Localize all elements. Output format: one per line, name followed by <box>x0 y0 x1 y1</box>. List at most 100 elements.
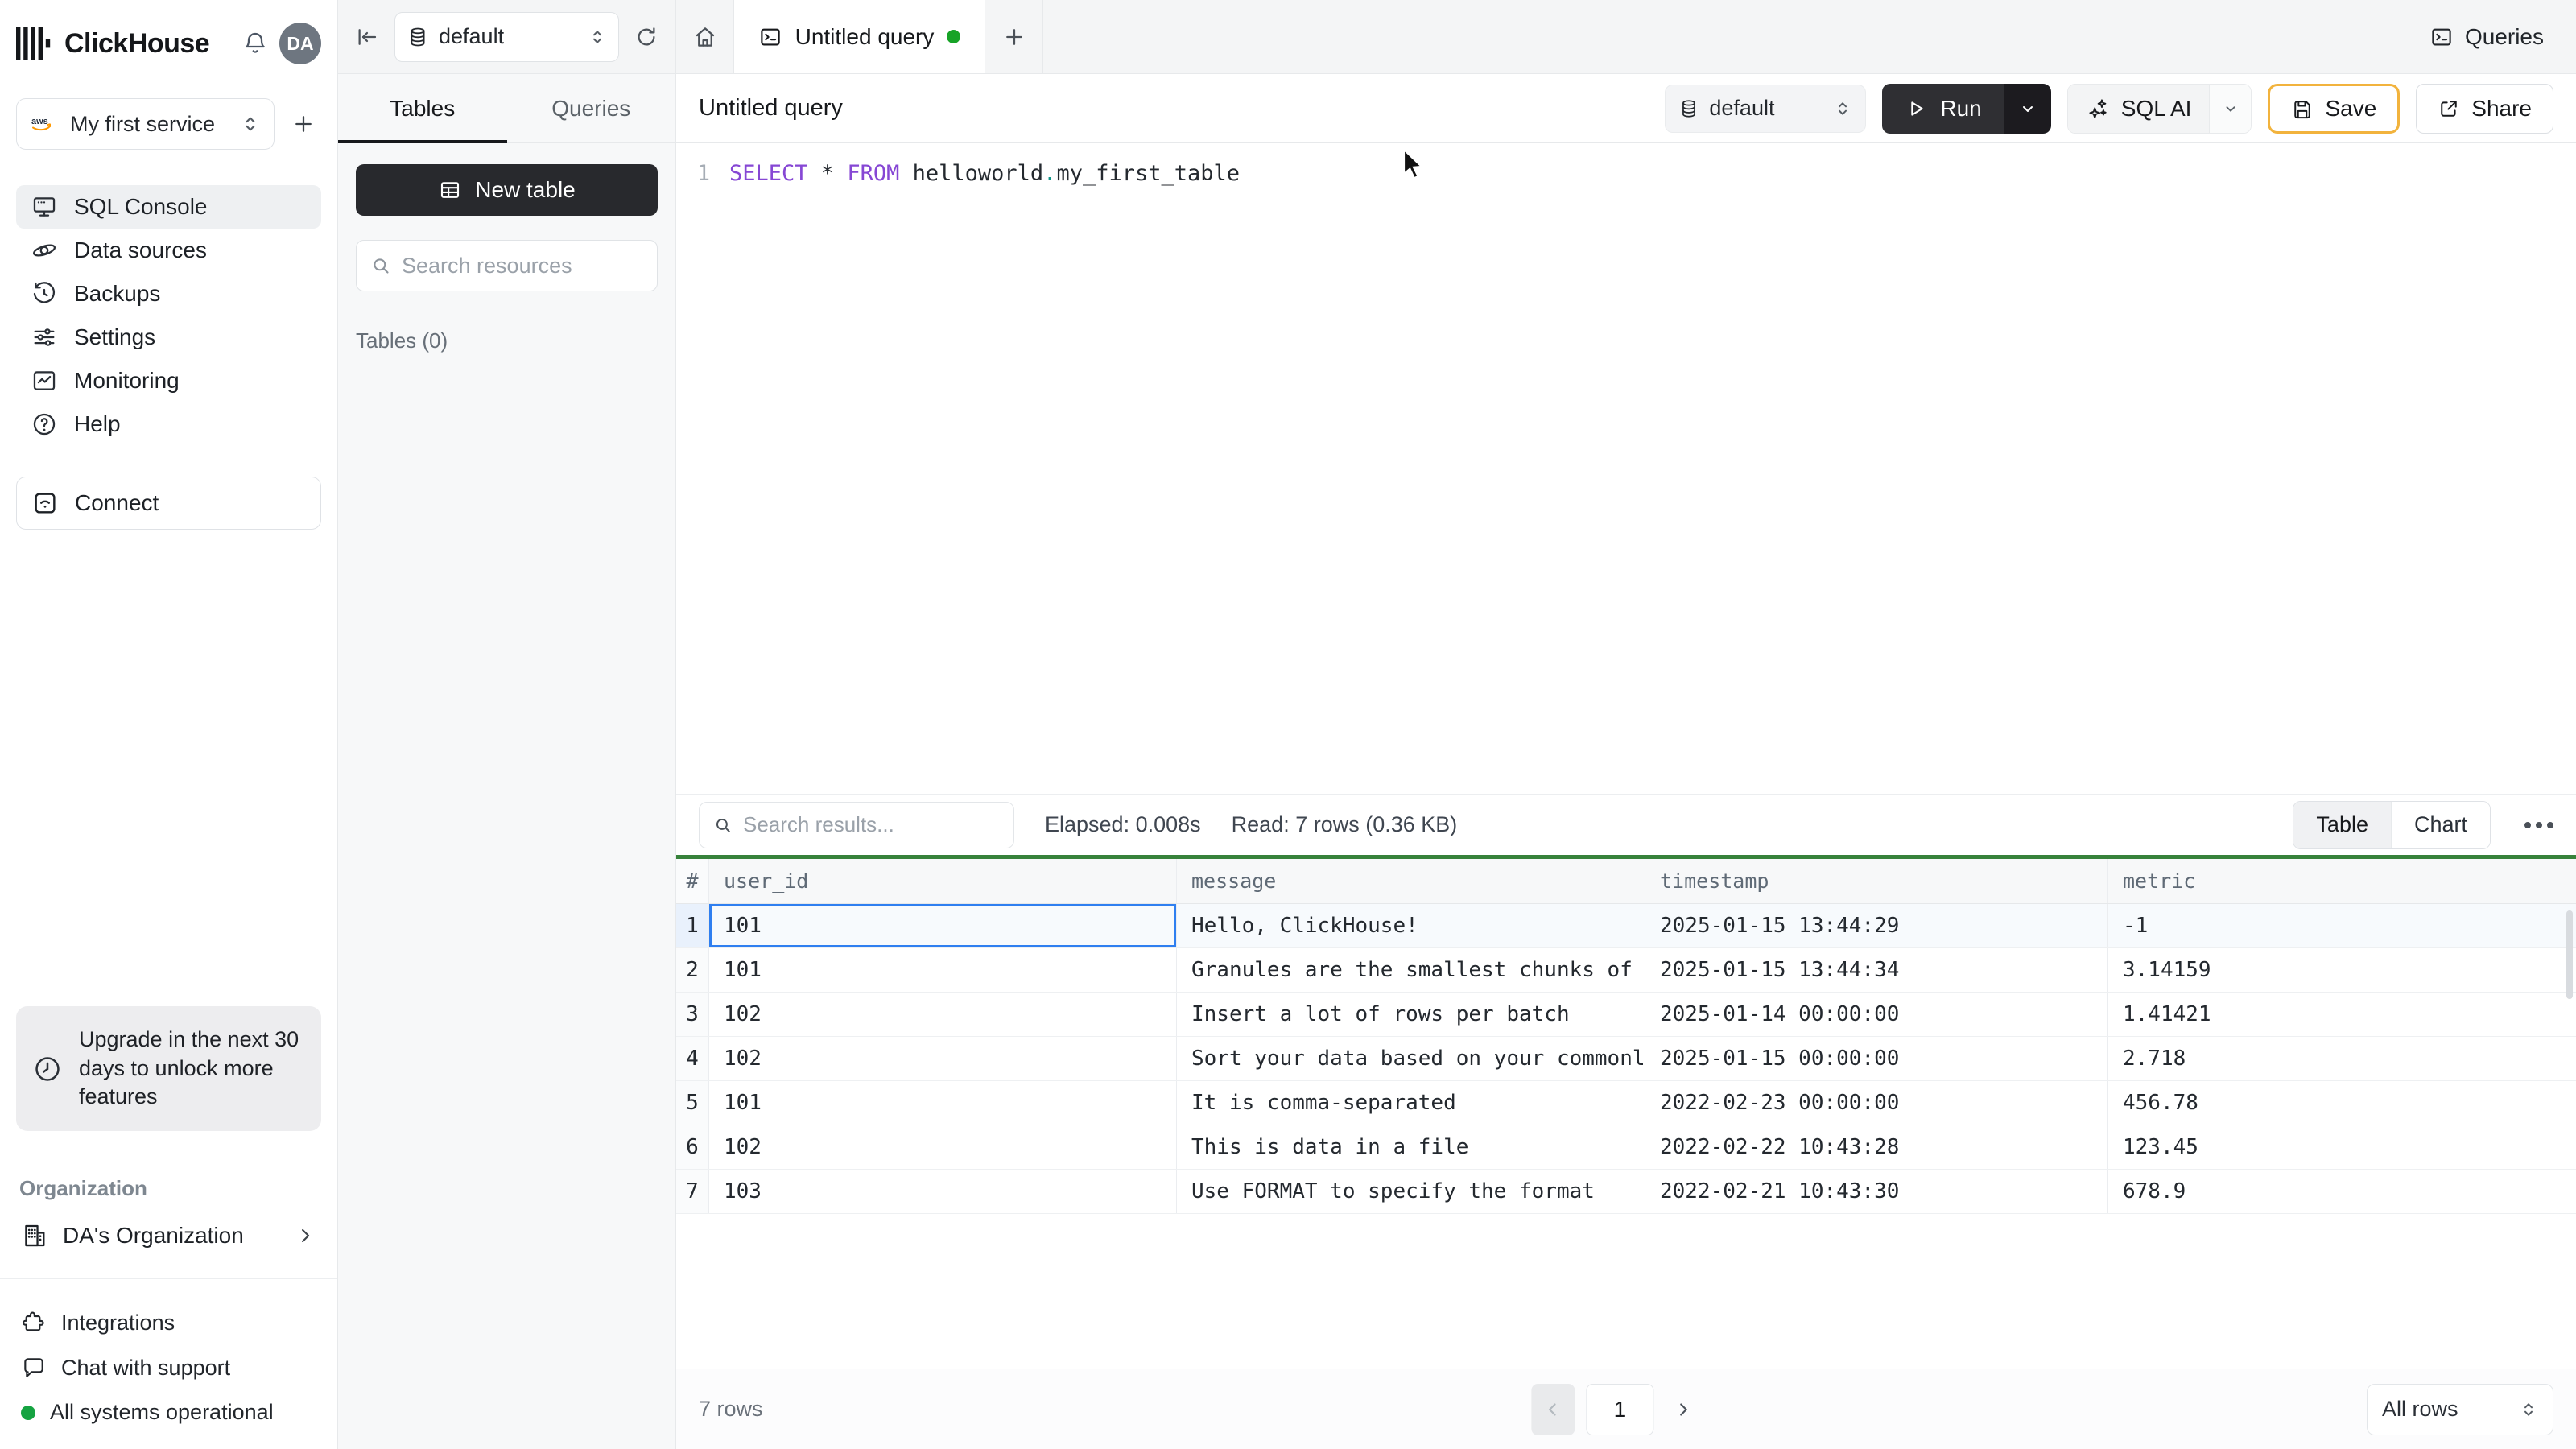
service-selector[interactable]: aws My first service <box>16 98 275 150</box>
sql-ai-options-chevron[interactable] <box>2209 84 2252 133</box>
queries-button[interactable]: Queries <box>2429 0 2544 73</box>
cell-metric[interactable]: 2.718 <box>2108 1037 2576 1080</box>
cell-message[interactable]: Insert a lot of rows per batch <box>1177 993 1645 1036</box>
sidebar-item-settings[interactable]: Settings <box>16 316 321 359</box>
cell-metric[interactable]: -1 <box>2108 904 2576 947</box>
organization-item[interactable]: DA's Organization <box>16 1222 321 1249</box>
home-icon[interactable] <box>676 0 734 73</box>
chevron-updown-icon <box>240 114 261 134</box>
sidebar-item-data-sources[interactable]: Data sources <box>16 229 321 272</box>
footer-item-all-systems-operational[interactable]: All systems operational <box>16 1400 321 1425</box>
view-toggle-chart[interactable]: Chart <box>2390 801 2490 848</box>
tab-untitled-query[interactable]: Untitled query <box>734 0 985 73</box>
column-header-timestamp[interactable]: timestamp <box>1645 859 2108 903</box>
cell-message[interactable]: It is comma-separated <box>1177 1081 1645 1125</box>
run-options-chevron[interactable] <box>2004 83 2051 134</box>
cell-user-id[interactable]: 102 <box>709 993 1177 1036</box>
footer-item-integrations[interactable]: Integrations <box>16 1310 321 1335</box>
table-scrollbar[interactable] <box>2566 910 2573 999</box>
cell-timestamp[interactable]: 2025-01-15 00:00:00 <box>1645 1037 2108 1080</box>
integrations-icon <box>21 1310 47 1335</box>
sql-ai-button[interactable]: SQL AI <box>2067 84 2210 133</box>
new-tab-icon[interactable] <box>985 0 1043 73</box>
cell-metric[interactable]: 456.78 <box>2108 1081 2576 1125</box>
share-button[interactable]: Share <box>2416 83 2553 134</box>
query-database-selector[interactable]: default <box>1665 84 1867 133</box>
footer-item-label: All systems operational <box>50 1400 274 1424</box>
cell-metric[interactable]: 123.45 <box>2108 1125 2576 1169</box>
column-header-message[interactable]: message <box>1177 859 1645 903</box>
results-toolbar: Elapsed: 0.008s Read: 7 rows (0.36 KB) T… <box>676 794 2576 855</box>
organization-building-icon <box>21 1222 48 1249</box>
row-number-cell: 3 <box>676 993 709 1036</box>
cell-timestamp[interactable]: 2022-02-23 00:00:00 <box>1645 1081 2108 1125</box>
new-table-button[interactable]: New table <box>356 164 658 216</box>
cell-timestamp[interactable]: 2022-02-21 10:43:30 <box>1645 1170 2108 1213</box>
sidebar-nav: SQL Console Data sources Backups Settings Mo… <box>16 185 321 446</box>
resources-search[interactable] <box>356 240 658 291</box>
row-number-cell: 1 <box>676 904 709 947</box>
rows-per-page-selector[interactable]: All rows <box>2367 1383 2553 1435</box>
cell-metric[interactable]: 1.41421 <box>2108 993 2576 1036</box>
save-button[interactable]: Save <box>2268 83 2401 134</box>
prev-page-button[interactable] <box>1531 1383 1575 1435</box>
sql-editor[interactable]: 1 SELECT * FROM helloworld.my_first_tabl… <box>676 143 2576 794</box>
cell-timestamp[interactable]: 2025-01-15 13:44:29 <box>1645 904 2108 947</box>
results-search[interactable] <box>699 801 1014 848</box>
collapse-panel-icon[interactable] <box>349 19 385 55</box>
cell-message[interactable]: Hello, ClickHouse! <box>1177 904 1645 947</box>
help-icon <box>31 411 58 438</box>
sidebar-item-backups[interactable]: Backups <box>16 272 321 316</box>
results-search-input[interactable] <box>743 812 1001 837</box>
cell-timestamp[interactable]: 2025-01-15 13:44:34 <box>1645 948 2108 992</box>
sidebar-item-monitoring[interactable]: Monitoring <box>16 359 321 402</box>
current-page-button[interactable]: 1 <box>1586 1383 1654 1435</box>
connect-button[interactable]: Connect <box>16 477 321 530</box>
resources-tab-queries[interactable]: Queries <box>507 74 676 142</box>
column-header-user-id[interactable]: user_id <box>709 859 1177 903</box>
cell-timestamp[interactable]: 2025-01-14 00:00:00 <box>1645 993 2108 1036</box>
cell-user-id[interactable]: 103 <box>709 1170 1177 1213</box>
view-toggle-table[interactable]: Table <box>2293 801 2391 848</box>
cell-user-id[interactable]: 102 <box>709 1125 1177 1169</box>
cell-user-id[interactable]: 101 <box>709 1081 1177 1125</box>
database-selector[interactable]: default <box>394 11 619 62</box>
run-button-group: Run <box>1882 83 2051 134</box>
resources-search-input[interactable] <box>402 253 644 279</box>
cell-message[interactable]: Use FORMAT to specify the format <box>1177 1170 1645 1213</box>
cell-message[interactable]: Granules are the smallest chunks of data… <box>1177 948 1645 992</box>
user-avatar[interactable]: DA <box>279 23 321 64</box>
sidebar-item-sql-console[interactable]: SQL Console <box>16 185 321 229</box>
add-service-icon[interactable] <box>286 106 321 142</box>
cell-user-id[interactable]: 101 <box>709 904 1177 947</box>
connect-button-label: Connect <box>75 490 159 515</box>
more-options-icon[interactable] <box>2524 821 2553 828</box>
cell-user-id[interactable]: 101 <box>709 948 1177 992</box>
sidebar-item-label: Monitoring <box>74 368 180 393</box>
cell-user-id[interactable]: 102 <box>709 1037 1177 1080</box>
row-number-cell: 5 <box>676 1081 709 1125</box>
sidebar-item-label: Help <box>74 411 121 436</box>
upgrade-banner[interactable]: Upgrade in the next 30 days to unlock mo… <box>16 1006 321 1131</box>
clock-icon <box>32 1054 63 1084</box>
sidebar-header: ClickHouse DA <box>16 21 321 66</box>
next-page-button[interactable] <box>1665 1384 1700 1435</box>
notifications-bell-icon[interactable] <box>242 31 268 56</box>
run-button[interactable]: Run <box>1882 83 2004 134</box>
sidebar-item-help[interactable]: Help <box>16 402 321 446</box>
cell-message[interactable]: This is data in a file <box>1177 1125 1645 1169</box>
refresh-icon[interactable] <box>629 19 664 55</box>
cell-metric[interactable]: 678.9 <box>2108 1170 2576 1213</box>
results-view-toggle: Table Chart <box>2293 800 2491 849</box>
cell-timestamp[interactable]: 2022-02-22 10:43:28 <box>1645 1125 2108 1169</box>
sql-token: . <box>1043 161 1057 186</box>
column-header-metric[interactable]: metric <box>2108 859 2576 903</box>
sidebar-divider <box>0 1278 337 1279</box>
row-number-cell: 4 <box>676 1037 709 1080</box>
footer-item-chat-with-support[interactable]: Chat with support <box>16 1355 321 1381</box>
resources-tab-tables[interactable]: Tables <box>338 74 507 143</box>
cell-metric[interactable]: 3.14159 <box>2108 948 2576 992</box>
query-database-label: default <box>1709 96 1775 120</box>
organization-name: DA's Organization <box>63 1223 244 1248</box>
cell-message[interactable]: Sort your data based on your commonly-us… <box>1177 1037 1645 1080</box>
